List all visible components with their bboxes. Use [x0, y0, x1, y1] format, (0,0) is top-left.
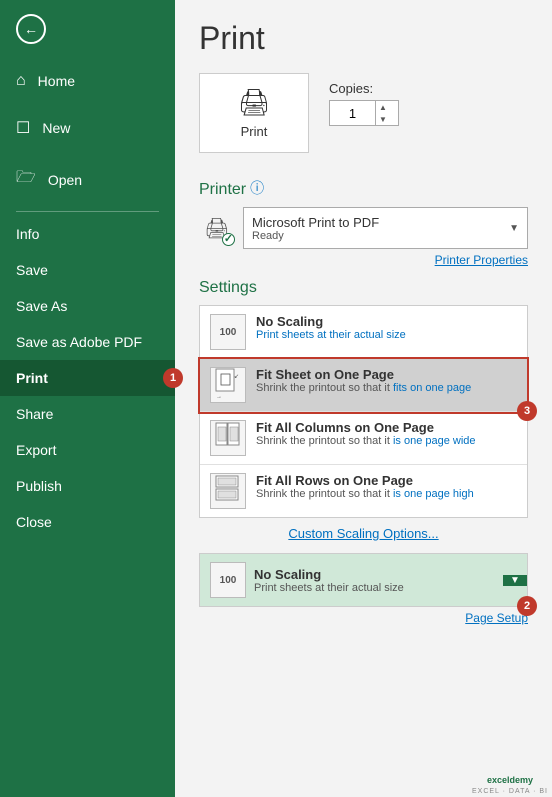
- back-button[interactable]: ←: [0, 0, 175, 58]
- fit-sheet-text: Fit Sheet on One Page Shrink the printou…: [256, 367, 517, 394]
- no-scaling-text: No Scaling Print sheets at their actual …: [256, 314, 517, 341]
- fit-sheet-title: Fit Sheet on One Page: [256, 367, 517, 382]
- badge-3: 3: [517, 401, 537, 421]
- fit-columns-text: Fit All Columns on One Page Shrink the p…: [256, 420, 517, 447]
- fit-columns-title: Fit All Columns on One Page: [256, 420, 517, 435]
- custom-scaling-link[interactable]: Custom Scaling Options...: [199, 518, 528, 549]
- save-label: Save: [16, 262, 48, 278]
- settings-item-fit-rows[interactable]: Fit All Rows on One Page Shrink the prin…: [200, 465, 527, 517]
- printer-icon-large: 🖨: [237, 87, 270, 118]
- fit-sheet-icon: → ↙: [210, 367, 246, 403]
- printer-row: 🖨 ✓ Microsoft Print to PDF Ready ▼: [199, 207, 528, 249]
- copies-label: Copies:: [329, 81, 399, 96]
- sidebar-item-open-label: Open: [48, 172, 82, 188]
- bottom-title: No Scaling: [254, 567, 404, 582]
- sidebar-item-home[interactable]: ⌂ Home: [0, 58, 175, 104]
- printer-section-header: Printer ⓘ: [199, 169, 528, 207]
- share-label: Share: [16, 406, 53, 422]
- settings-item-no-scaling[interactable]: 100 No Scaling Print sheets at their act…: [200, 306, 527, 359]
- sidebar-item-save-as[interactable]: Save As: [0, 288, 175, 324]
- settings-item-fit-columns[interactable]: Fit All Columns on One Page Shrink the p…: [200, 412, 527, 465]
- page-setup-link[interactable]: Page Setup: [199, 611, 528, 625]
- publish-label: Publish: [16, 478, 62, 494]
- fit-sheet-desc: Shrink the printout so that it fits on o…: [256, 382, 517, 394]
- printer-name: Microsoft Print to PDF: [252, 215, 509, 230]
- sidebar-item-save-adobe[interactable]: Save as Adobe PDF: [0, 324, 175, 360]
- settings-section-title: Settings: [199, 279, 528, 297]
- info-icon[interactable]: ⓘ: [250, 178, 264, 198]
- export-label: Export: [16, 442, 56, 458]
- copies-spinners: ▲ ▼: [375, 101, 390, 125]
- back-arrow-icon: ←: [16, 14, 46, 44]
- copies-decrement[interactable]: ▼: [376, 113, 390, 125]
- home-icon: ⌂: [16, 72, 26, 90]
- copies-input[interactable]: [330, 104, 375, 123]
- settings-item-fit-sheet[interactable]: → ↙ Fit Sheet on One Page Shrink the pri…: [200, 359, 527, 412]
- print-label: Print: [16, 370, 48, 386]
- printer-status: Ready: [252, 230, 509, 242]
- open-icon: 🗁: [16, 166, 36, 193]
- sidebar-item-publish[interactable]: Publish: [0, 468, 175, 504]
- sidebar-item-open[interactable]: 🗁 Open: [0, 152, 175, 207]
- close-label: Close: [16, 514, 52, 530]
- printer-dropdown-arrow: ▼: [509, 223, 519, 234]
- sidebar-item-save[interactable]: Save: [0, 252, 175, 288]
- printer-section-title: Printer: [199, 181, 246, 199]
- print-button-label: Print: [241, 124, 268, 139]
- bottom-text: No Scaling Print sheets at their actual …: [254, 567, 404, 594]
- settings-list: 100 No Scaling Print sheets at their act…: [199, 305, 528, 518]
- fit-rows-desc: Shrink the printout so that it is one pa…: [256, 488, 517, 500]
- page-title: Print: [199, 20, 528, 57]
- copies-increment[interactable]: ▲: [376, 101, 390, 113]
- badge-1: 1: [163, 368, 183, 388]
- sidebar-item-share[interactable]: Share: [0, 396, 175, 432]
- sidebar-divider: [16, 211, 159, 212]
- bottom-desc: Print sheets at their actual size: [254, 582, 404, 594]
- bottom-dropdown-btn[interactable]: ▼: [503, 575, 527, 586]
- fit-rows-text: Fit All Rows on One Page Shrink the prin…: [256, 473, 517, 500]
- sidebar-item-new[interactable]: ☐ New: [0, 104, 175, 152]
- fit-rows-icon: [210, 473, 246, 509]
- copies-control: ▲ ▼: [329, 100, 399, 126]
- sidebar-item-close[interactable]: Close: [0, 504, 175, 540]
- bottom-bar: 100 No Scaling Print sheets at their act…: [199, 553, 528, 607]
- printer-dropdown[interactable]: Microsoft Print to PDF Ready ▼: [243, 207, 528, 249]
- new-icon: ☐: [16, 118, 30, 138]
- svg-text:→: →: [216, 394, 222, 400]
- print-area: 🖨 Print Copies: ▲ ▼: [199, 73, 528, 153]
- sidebar-item-export[interactable]: Export: [0, 432, 175, 468]
- no-scaling-title: No Scaling: [256, 314, 517, 329]
- sidebar: ← ⌂ Home ☐ New 🗁 Open Info Save Save As …: [0, 0, 175, 797]
- watermark: exceldemy EXCEL · DATA · BI: [472, 775, 548, 795]
- no-scaling-icon: 100: [210, 314, 246, 350]
- printer-properties-link[interactable]: Printer Properties: [199, 253, 528, 267]
- save-adobe-label: Save as Adobe PDF: [16, 334, 142, 350]
- bottom-no-scaling-icon: 100: [210, 562, 246, 598]
- copies-area: Copies: ▲ ▼: [329, 81, 399, 126]
- save-as-label: Save As: [16, 298, 67, 314]
- badge-2: 2: [517, 596, 537, 616]
- sidebar-item-new-label: New: [42, 120, 70, 136]
- sidebar-item-info[interactable]: Info: [0, 216, 175, 252]
- print-button[interactable]: 🖨 Print: [199, 73, 309, 153]
- no-scaling-desc: Print sheets at their actual size: [256, 329, 517, 341]
- printer-name-block: Microsoft Print to PDF Ready: [252, 215, 509, 242]
- sidebar-item-home-label: Home: [38, 73, 75, 89]
- sidebar-item-print[interactable]: Print 1: [0, 360, 175, 396]
- info-label: Info: [16, 226, 39, 242]
- svg-text:↙: ↙: [234, 374, 239, 380]
- fit-columns-icon: [210, 420, 246, 456]
- fit-rows-title: Fit All Rows on One Page: [256, 473, 517, 488]
- main-content: Print 🖨 Print Copies: ▲ ▼ Printer ⓘ 🖨 ✓: [175, 0, 552, 797]
- fit-columns-desc: Shrink the printout so that it is one pa…: [256, 435, 517, 447]
- bottom-item: 100 No Scaling Print sheets at their act…: [200, 554, 503, 606]
- printer-ready-check: ✓: [222, 233, 235, 246]
